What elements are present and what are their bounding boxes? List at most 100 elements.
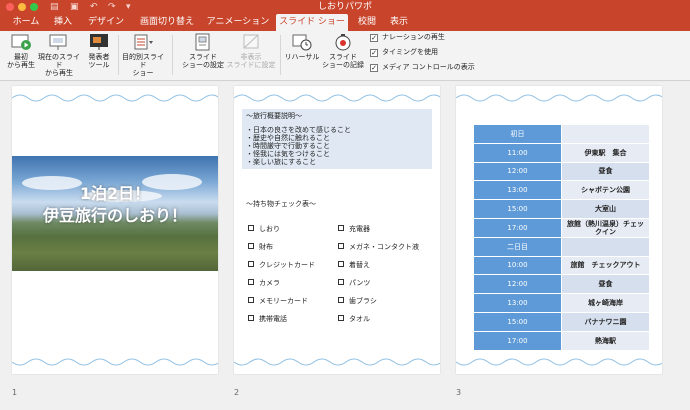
activity-cell: 旅館（熱川温泉）チェックイン [561, 217, 650, 238]
day-header: 初日 [473, 124, 562, 144]
activity-cell: バナナワニ園 [561, 311, 650, 332]
wave-border-top [234, 94, 440, 102]
checkbox-icon [338, 243, 344, 249]
slide-1-thumbnail[interactable]: 1泊2日！ 伊豆旅行のしおり！ [12, 86, 218, 374]
time-cell: 13:00 [473, 293, 562, 313]
time-cell: 11:00 [473, 142, 562, 163]
time-cell: 15:00 [473, 199, 562, 219]
title-photo: 1泊2日！ 伊豆旅行のしおり！ [12, 156, 218, 271]
checklist-item: タオル [338, 315, 370, 323]
from-current-slide-button[interactable]: 現在のスライド から再生 [36, 33, 82, 77]
overview-bullet: ・歴史や自然に触れること [246, 134, 330, 142]
checkbox-icon [248, 297, 254, 303]
tab-view[interactable]: 表示 [384, 14, 414, 31]
activity-cell: 昼食 [561, 161, 650, 182]
table-row: 15:00 大室山 [473, 199, 650, 219]
day-header: 二日目 [473, 236, 562, 257]
checklist-item: しおり [248, 225, 280, 233]
ribbon-separator [172, 35, 173, 75]
activity-cell: 熱海駅 [561, 330, 650, 351]
ribbon-separator [118, 35, 119, 75]
tab-slideshow[interactable]: スライド ショー [276, 14, 348, 31]
use-timings-checkbox[interactable]: ✓ タイミングを使用 [370, 48, 438, 57]
tab-animations[interactable]: アニメーション [202, 14, 274, 31]
time-cell: 15:00 [473, 311, 562, 332]
ribbon-tabs: ホーム 挿入 デザイン 画面切り替え アニメーション スライド ショー 校閲 表… [0, 14, 690, 31]
activity-cell: 旅館 チェックアウト [561, 255, 650, 276]
wave-border-bottom [234, 358, 440, 366]
checklist-item: 財布 [248, 243, 273, 251]
tab-transitions[interactable]: 画面切り替え [134, 14, 200, 31]
checklist-title: ～持ち物チェック表～ [246, 200, 316, 208]
custom-slideshow-button[interactable]: 目的別スライド ショー [120, 33, 166, 77]
hide-slide-button[interactable]: 非表示 スライドに設定 [226, 33, 276, 69]
checkbox-icon [338, 297, 344, 303]
table-row: 17:00 熱海駅 [473, 330, 650, 351]
play-from-start-icon [10, 33, 32, 51]
ribbon: 最初 から再生 現在のスライド から再生 発表者 ツール 目的別スライド ショー スライ… [0, 31, 690, 81]
checkmark-icon: ✓ [370, 49, 378, 57]
slide-number: 3 [456, 388, 462, 397]
wave-border-bottom [456, 358, 662, 366]
ribbon-separator [280, 35, 281, 75]
checklist-item: 歯ブラシ [338, 297, 377, 305]
tab-insert[interactable]: 挿入 [48, 14, 78, 31]
checklist-item: カメラ [248, 279, 280, 287]
custom-show-icon [132, 33, 154, 51]
record-icon [332, 33, 354, 51]
slide-3-thumbnail[interactable]: 初日 11:00 伊東駅 集合 12:00 昼食 13:00 シャボテン公園 15:0… [456, 86, 662, 374]
table-row: 13:00 城ヶ崎海岸 [473, 293, 650, 313]
presenter-tools-button[interactable]: 発表者 ツール [84, 33, 114, 69]
overview-bullet: ・時間厳守で行動すること [246, 142, 330, 150]
record-slideshow-button[interactable]: スライド ショーの記録 [320, 33, 366, 69]
setup-slideshow-button[interactable]: スライド ショーの設定 [180, 33, 226, 69]
title-bar: ▤ ▣ ↶ ↷ ▾ しおりパワポ [0, 0, 690, 14]
checkmark-icon: ✓ [370, 64, 378, 72]
checklist-item: 着替え [338, 261, 370, 269]
rehearse-timings-button[interactable]: リハーサル [284, 33, 320, 61]
overview-bullet: ・怪我には気をつけること [246, 150, 330, 158]
tab-review[interactable]: 校閲 [352, 14, 382, 31]
checkbox-icon [338, 225, 344, 231]
presenter-view-icon [88, 33, 110, 51]
checkbox-icon [248, 279, 254, 285]
time-cell: 13:00 [473, 180, 562, 201]
table-row: 15:00 バナナワニ園 [473, 311, 650, 332]
tab-design[interactable]: デザイン [80, 14, 132, 31]
checkbox-icon [248, 261, 254, 267]
table-row: 12:00 昼食 [473, 274, 650, 295]
checkbox-icon [338, 261, 344, 267]
time-cell: 17:00 [473, 330, 562, 351]
slide-number: 2 [234, 388, 240, 397]
time-cell: 10:00 [473, 255, 562, 276]
wave-border-top [456, 94, 662, 102]
slide-title-line2: 伊豆旅行のしおり！ [42, 206, 187, 225]
activity-cell: 伊東駅 集合 [561, 142, 650, 163]
time-cell: 12:00 [473, 274, 562, 295]
time-cell: 17:00 [473, 217, 562, 238]
show-media-controls-checkbox[interactable]: ✓ メディア コントロールの表示 [370, 63, 475, 72]
activity-cell: 昼食 [561, 274, 650, 295]
activity-cell: シャボテン公園 [561, 180, 650, 201]
overview-title: ～旅行概要説明～ [246, 112, 302, 120]
checklist-item: 充電器 [338, 225, 370, 233]
checklist-item: 携帯電話 [248, 315, 287, 323]
slide-number: 1 [12, 388, 18, 397]
checklist-item: メモリーカード [248, 297, 308, 305]
wave-border-top [12, 94, 218, 102]
slide-2-thumbnail[interactable]: ～旅行概要説明～ ・日本の良さを改めて感じること ・歴史や自然に触れること ・時… [234, 86, 440, 374]
from-beginning-button[interactable]: 最初 から再生 [4, 33, 38, 69]
tab-home[interactable]: ホーム [6, 14, 46, 31]
table-row: 二日目 [473, 236, 650, 257]
table-row: 13:00 シャボテン公園 [473, 180, 650, 201]
hide-slide-icon [240, 33, 262, 51]
overview-bullet: ・楽しい旅にすること [246, 158, 317, 166]
table-row: 初日 [473, 124, 650, 144]
window-title: しおりパワポ [317, 2, 372, 12]
checkbox-icon [248, 225, 254, 231]
play-from-current-icon [48, 33, 70, 51]
checkbox-icon [338, 315, 344, 321]
table-row: 10:00 旅館 チェックアウト [473, 255, 650, 276]
play-narration-checkbox[interactable]: ✓ ナレーションの再生 [370, 33, 445, 42]
table-row: 11:00 伊東駅 集合 [473, 142, 650, 163]
